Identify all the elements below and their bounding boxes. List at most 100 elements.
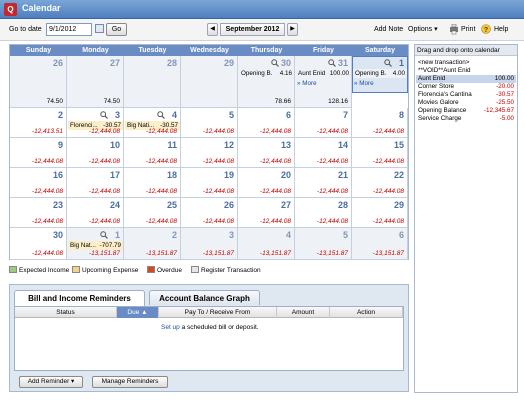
sidebar-header: Drag and drop onto calendar [415,45,517,56]
calendar-day-cell[interactable]: 6 -12,444.08 [238,108,295,138]
day-number: 30 [280,58,291,68]
calendar-day-cell[interactable]: 30 Opening B... 4.16 78.66 [238,56,295,108]
setup-link[interactable]: Set up [161,324,180,331]
column-header[interactable]: Amount [277,307,330,318]
magnify-icon[interactable] [384,59,392,67]
calendar-day-cell[interactable]: 19 -12,444.08 [181,168,238,198]
payee-row[interactable]: Opening Balance -12,345.67 [416,107,516,115]
day-number: 14 [337,140,348,150]
payee-row[interactable]: <new transaction> [416,59,516,67]
calendar-day-cell[interactable]: 10 -12,444.08 [67,138,124,168]
payee-amount: -30.57 [496,91,514,98]
calendar-day-cell[interactable]: 23 -12,444.08 [10,198,67,228]
calendar-day-cell[interactable]: 18 -12,444.08 [124,168,181,198]
calendar-day-cell[interactable]: 3 -13,151.87 [181,228,238,260]
calendar-grid: Sunday Monday Tuesday Wednesday Thursday Frid… [9,44,409,260]
tab-bill-reminders[interactable]: Bill and Income Reminders [14,290,145,307]
calendar-cell-balance[interactable] [181,93,238,108]
payee-row[interactable]: Aunt Enid 100.00 [416,75,516,83]
day-number: 6 [398,230,404,240]
go-button[interactable]: Go [106,23,127,36]
calendar-day-cell[interactable]: 27 -12,444.08 [238,198,295,228]
calendar-day-cell[interactable]: 2 -13,151.87 [124,228,181,260]
payee-row[interactable]: Movies Galore -25.50 [416,99,516,107]
calendar-day-cell[interactable]: 31 Aunt Enid 100.00» More 128.16 [295,56,352,108]
column-header[interactable]: Action [330,307,403,318]
magnify-icon[interactable] [157,111,165,119]
calendar-day-cell[interactable]: 15 -12,444.08 [352,138,408,168]
event-amount: 4.16 [279,70,292,77]
column-header[interactable]: Pay To / Receive From [159,307,277,318]
calendar-day-cell[interactable]: 29 -12,444.08 [352,198,408,228]
calendar-day-cell[interactable]: 26 -12,444.08 [181,198,238,228]
prev-month-button[interactable]: ◀ [207,23,218,36]
calendar-day-cell[interactable]: 12 -12,444.08 [181,138,238,168]
payee-name: Corner Store [418,83,455,90]
calendar-picker-icon[interactable] [95,24,104,33]
calendar-day-cell[interactable]: 14 -12,444.08 [295,138,352,168]
magnify-icon[interactable] [100,231,108,239]
payee-name: Florencia's Cantina [418,91,472,98]
calendar-day-cell[interactable]: 28 -12,444.08 [295,198,352,228]
calendar-day-cell[interactable]: 6 -13,151.87 [352,228,408,260]
magnify-icon[interactable] [328,59,336,67]
calendar-event[interactable]: Opening B... 4.16 [239,69,294,78]
calendar-day-cell[interactable]: 16 -12,444.08 [10,168,67,198]
calendar-day-cell[interactable]: 11 -12,444.08 [124,138,181,168]
calendar-day-cell[interactable]: 4 -13,151.87 [238,228,295,260]
print-icon[interactable] [449,24,459,35]
day-balance: -12,444.08 [372,128,404,135]
column-header[interactable]: Due ▲ [117,307,159,318]
options-menu[interactable]: Options ▾ [408,24,438,35]
calendar-day-cell[interactable]: 8 -12,444.08 [352,108,408,138]
add-reminder-button[interactable]: Add Reminder ▾ [19,376,83,388]
column-header[interactable]: Status [15,307,117,318]
day-number: 2 [171,230,177,240]
more-link[interactable]: » More [354,79,374,88]
manage-reminders-button[interactable]: Manage Reminders [92,376,168,388]
help-icon[interactable]: ? [481,24,491,35]
payee-row[interactable]: Florencia's Cantina -30.57 [416,91,516,99]
calendar-day-cell[interactable]: 25 -12,444.08 [124,198,181,228]
help-button[interactable]: Help [494,24,508,35]
legend-item: Expected Income [9,266,69,276]
day-balance: -12,444.08 [31,218,63,225]
print-button[interactable]: Print [461,24,475,35]
payee-row[interactable]: **VOID**Aunt Enid [416,67,516,75]
calendar-day-cell[interactable]: 4 Big Nati... -30.57 -12,444.08 [124,108,181,138]
calendar-day-cell[interactable]: 5 -12,444.08 [181,108,238,138]
calendar-day-cell[interactable]: 9 -12,444.08 [10,138,67,168]
add-note-button[interactable]: Add Note [374,24,403,35]
payee-row[interactable]: Service Charge -5.00 [416,115,516,123]
next-month-button[interactable]: ▶ [287,23,298,36]
day-balance: -12,444.08 [259,158,291,165]
day-balance: 74.50 [46,98,63,105]
calendar-cell-balance[interactable] [124,93,181,108]
calendar-day-cell[interactable]: 21 -12,444.08 [295,168,352,198]
day-number: 8 [398,110,404,120]
calendar-day-cell[interactable]: 22 -12,444.08 [352,168,408,198]
calendar-day-cell[interactable]: 30 -12,444.08 [10,228,67,260]
magnify-icon[interactable] [100,111,108,119]
calendar-day-cell[interactable]: 1 Big Nat... -707.79 -13,151.87 [67,228,124,260]
calendar-event[interactable]: Opening B... 4.00 [353,69,407,78]
payee-row[interactable]: Corner Store -20.00 [416,83,516,91]
calendar-day-cell[interactable]: 17 -12,444.08 [67,168,124,198]
calendar-day-cell[interactable]: 13 -12,444.08 [238,138,295,168]
calendar-day-cell[interactable]: 5 -13,151.87 [295,228,352,260]
calendar-day-cell[interactable]: 1 Opening B... 4.00 » More [352,56,408,93]
calendar-day-cell[interactable]: 2 -12,413.51 [10,108,67,138]
calendar-event[interactable]: Aunt Enid 100.00 [296,69,351,78]
goto-date-input[interactable]: 9/1/2012 [46,23,92,36]
calendar-day-cell[interactable]: 3 Florenci... -30.57 -12,444.08 [67,108,124,138]
day-balance: -12,413.51 [31,128,63,135]
calendar-cell-balance[interactable]: 74.50 [67,93,124,108]
magnify-icon[interactable] [271,59,279,67]
calendar-day-cell[interactable]: 7 -12,444.08 [295,108,352,138]
calendar-day-cell[interactable]: 24 -12,444.08 [67,198,124,228]
more-link[interactable]: » More [297,79,317,88]
tab-balance-graph[interactable]: Account Balance Graph [149,290,260,305]
calendar-event[interactable]: Big Nat... -707.79 [68,241,123,250]
calendar-cell-balance[interactable]: 74.50 [10,93,67,108]
calendar-day-cell[interactable]: 20 -12,444.08 [238,168,295,198]
